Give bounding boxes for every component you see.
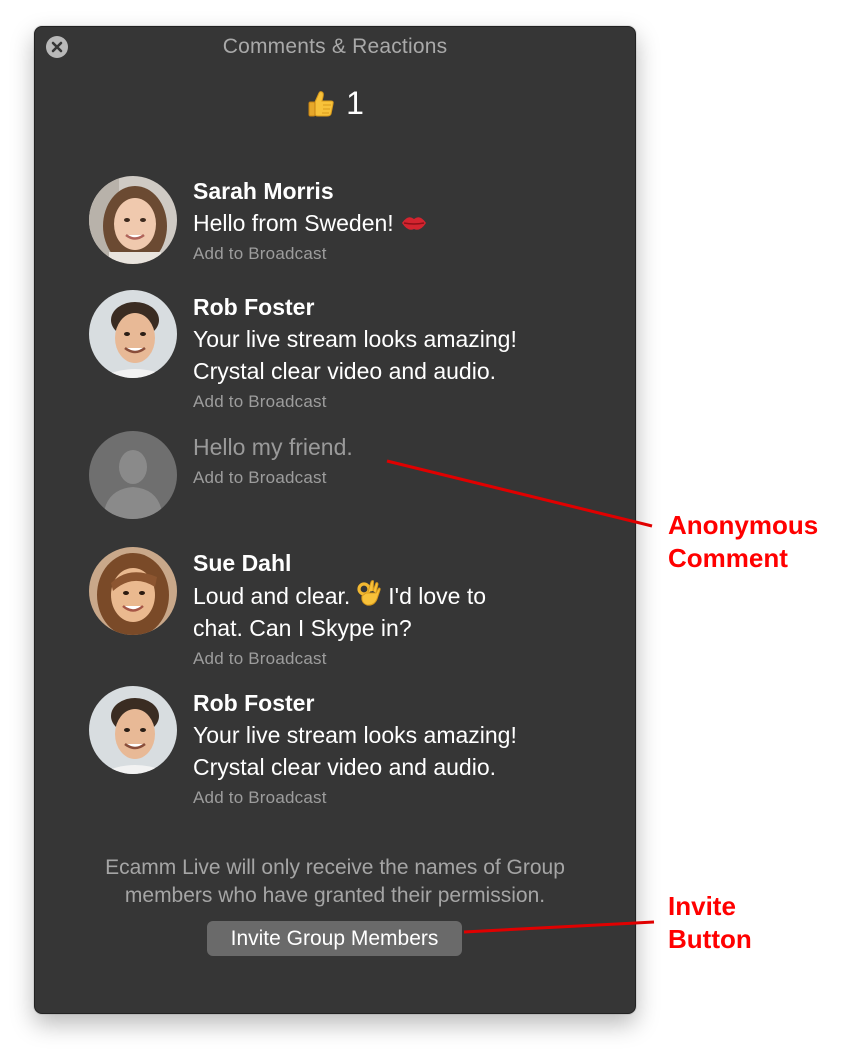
- comment-author: Sue Dahl: [193, 550, 292, 576]
- comment-text-value: Hello from Sweden!: [193, 210, 394, 236]
- comment-author: Rob Foster: [193, 294, 315, 320]
- invite-button-annotation: Invite Button: [668, 891, 752, 954]
- comment-content: Rob Foster Your live stream looks amazin…: [193, 690, 593, 813]
- add-to-broadcast-link[interactable]: Add to Broadcast: [193, 239, 593, 269]
- comment-text: Your live stream looks amazing! Crystal …: [193, 722, 517, 780]
- add-to-broadcast-link[interactable]: Add to Broadcast: [193, 387, 593, 417]
- permission-notice: Ecamm Live will only receive the names o…: [105, 856, 565, 907]
- thumbs-up-icon: [308, 90, 334, 116]
- comment-content: Rob Foster Your live stream looks amazin…: [193, 294, 593, 417]
- add-to-broadcast-link[interactable]: Add to Broadcast: [193, 644, 593, 674]
- comment-text: Your live stream looks amazing! Crystal …: [193, 326, 517, 384]
- comment-author: Sarah Morris: [193, 178, 334, 204]
- comment-content: Hello my friend. Add to Broadcast: [193, 434, 593, 493]
- comment-text: Hello my friend.: [193, 434, 353, 460]
- comment-author: Rob Foster: [193, 690, 315, 716]
- comment-text: Hello from Sweden!: [193, 207, 593, 239]
- add-to-broadcast-link[interactable]: Add to Broadcast: [193, 463, 593, 493]
- window-title: Comments & Reactions: [222, 35, 448, 58]
- reaction-count: 1: [346, 85, 364, 121]
- screenshot-stage: Comments & Reactions 1 Sarah Morris Hell…: [0, 0, 850, 1054]
- add-to-broadcast-link[interactable]: Add to Broadcast: [193, 783, 593, 813]
- comment-text-before: Loud and clear.: [193, 583, 351, 609]
- comment-content: Sarah Morris Hello from Sweden! Add to B…: [193, 178, 593, 269]
- kiss-lips-icon: [401, 217, 426, 230]
- ok-hand-icon: [357, 580, 381, 606]
- comment-content: Sue Dahl Loud and clear. I'd love to chat…: [193, 550, 593, 674]
- person-silhouette-icon: [89, 431, 177, 519]
- avatar: [89, 290, 177, 378]
- avatar: [89, 686, 177, 774]
- comments-window: Comments & Reactions 1 Sarah Morris Hell…: [34, 26, 636, 1014]
- anonymous-comment-annotation: Anonymous Comment: [668, 510, 819, 573]
- avatar: [89, 547, 177, 635]
- reaction-summary: 1: [35, 85, 635, 122]
- anonymous-avatar: [89, 431, 177, 519]
- comment-text: Loud and clear. I'd love to chat. Can I S…: [193, 579, 593, 644]
- invite-group-members-button[interactable]: Invite Group Members: [207, 921, 462, 956]
- avatar: [89, 176, 177, 264]
